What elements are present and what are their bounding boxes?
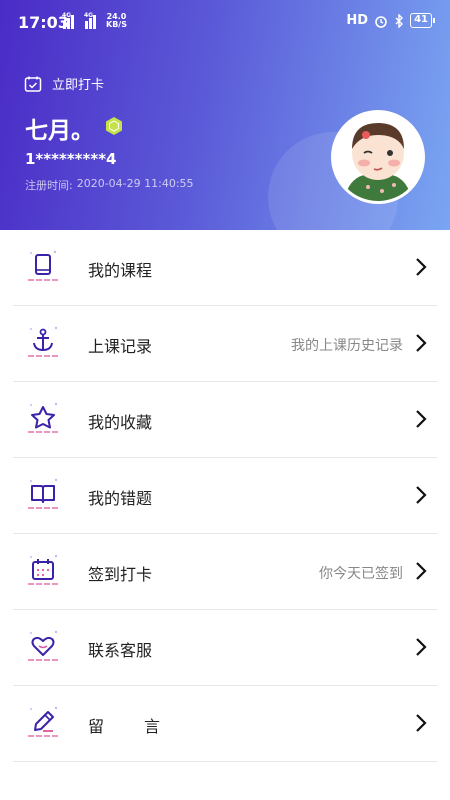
menu-item-class-records[interactable]: 上课记录 我的上课历史记录 — [0, 306, 450, 382]
pen-icon — [28, 706, 58, 737]
profile-header: 17:03 4G 4G 24.0 KB/S HD 41 立即打卡 七月。 1**… — [0, 0, 450, 230]
chevron-right-icon — [416, 714, 427, 732]
menu-item-subtext: 我的上课历史记录 — [291, 338, 403, 354]
user-phone: 1*********4 — [25, 150, 117, 168]
status-bar: 17:03 4G 4G 24.0 KB/S HD 41 — [0, 0, 450, 44]
divider — [13, 761, 437, 762]
network-indicators: 4G 4G 24.0 KB/S — [62, 12, 127, 29]
avatar[interactable] — [331, 110, 425, 204]
menu-item-label: 留言 — [88, 717, 201, 736]
heart-icon — [28, 630, 58, 661]
chevron-right-icon — [416, 334, 427, 352]
level-badge-icon — [106, 117, 122, 135]
checkin-label: 立即打卡 — [52, 78, 105, 93]
checkin-button[interactable]: 立即打卡 — [24, 74, 104, 93]
star-icon — [28, 402, 58, 433]
chevron-right-icon — [416, 410, 427, 428]
menu-item-label: 联系客服 — [88, 641, 153, 660]
status-right: HD 41 — [346, 13, 435, 28]
signal-strength-icon-2: 4G — [84, 12, 100, 29]
chevron-right-icon — [416, 258, 427, 276]
menu-item-leave-message[interactable]: 留言 — [0, 686, 450, 762]
book-icon — [28, 250, 58, 281]
alarm-icon — [375, 15, 387, 28]
chevron-right-icon — [416, 562, 427, 580]
menu-item-my-courses[interactable]: 我的课程 — [0, 230, 450, 306]
anchor-icon — [28, 326, 58, 357]
menu-list: 我的课程 上课记录 我的上课历史记录 我的收藏 我的错题 签到打卡 你今天已签到… — [0, 230, 450, 762]
menu-item-contact-support[interactable]: 联系客服 — [0, 610, 450, 686]
calendar-icon — [28, 554, 58, 585]
registration-time: 2020-04-29 11:40:55 — [76, 177, 194, 190]
menu-item-subtext: 你今天已签到 — [319, 566, 403, 582]
menu-item-label: 我的课程 — [88, 261, 153, 280]
menu-item-wrong-questions[interactable]: 我的错题 — [0, 458, 450, 534]
menu-item-favorites[interactable]: 我的收藏 — [0, 382, 450, 458]
calendar-check-icon — [24, 76, 42, 92]
chevron-right-icon — [416, 638, 427, 656]
battery-icon: 41 — [410, 13, 435, 28]
menu-item-label: 我的收藏 — [88, 413, 153, 432]
menu-item-label: 上课记录 — [88, 337, 153, 356]
menu-item-check-in[interactable]: 签到打卡 你今天已签到 — [0, 534, 450, 610]
user-name: 七月。 — [25, 118, 94, 144]
menu-item-label: 签到打卡 — [88, 565, 153, 584]
registration-label: 注册时间: — [25, 179, 73, 192]
menu-item-label: 我的错题 — [88, 489, 153, 508]
bluetooth-icon — [395, 13, 404, 28]
open-book-icon — [28, 478, 58, 509]
hd-indicator: HD — [346, 13, 369, 28]
chevron-right-icon — [416, 486, 427, 504]
registration-info: 注册时间: 2020-04-29 11:40:55 — [25, 177, 194, 193]
net-speed: 24.0 KB/S — [106, 12, 127, 29]
avatar-illustration — [334, 113, 422, 201]
signal-strength-icon: 4G — [62, 12, 78, 29]
